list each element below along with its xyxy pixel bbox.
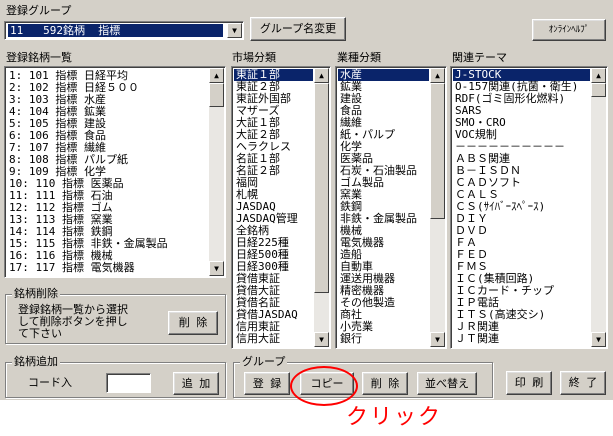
list-item[interactable]: ＪＴ関連 xyxy=(453,333,590,345)
online-help-button[interactable]: ｵﾝﾗｲﾝﾍﾙﾌﾟ xyxy=(532,19,606,41)
add-stock-group: 銘柄追加 コード入 追 加 xyxy=(5,355,226,398)
scroll-up-icon[interactable]: ▲ xyxy=(314,68,329,83)
list-item[interactable]: 信用大証 xyxy=(234,333,313,345)
scroll-thumb[interactable] xyxy=(209,83,224,107)
list-item[interactable]: 17: 117 指標 電気機器 xyxy=(7,262,208,274)
stock-list-label: 登録銘柄一覧 xyxy=(6,51,72,64)
industry-scrollbar[interactable]: ▲ ▼ xyxy=(430,68,445,347)
group-select-value: 11 592銘柄 指標 xyxy=(8,24,223,37)
stock-list-scrollbar[interactable]: ▲ ▼ xyxy=(209,68,224,276)
scroll-down-icon[interactable]: ▼ xyxy=(314,332,329,347)
delete-stock-button[interactable]: 削 除 xyxy=(168,311,218,335)
scroll-thumb[interactable] xyxy=(591,83,606,97)
list-item[interactable]: 銀行 xyxy=(338,333,429,345)
code-input[interactable] xyxy=(106,373,151,393)
delete-group-button[interactable]: 削 除 xyxy=(362,372,408,395)
industry-list[interactable]: 水産 鉱業 建設 食品 繊維 紙・パルプ 化学 医薬品 石炭・石油製品 ゴム製品 窯業 鉄鋼 非鉄・金属… xyxy=(335,66,447,349)
main-window: 登録グループ 11 592銘柄 指標 ▼ グループ名変更 ｵﾝﾗｲﾝﾍﾙﾌﾟ 登… xyxy=(0,0,613,400)
group-select[interactable]: 11 592銘柄 指標 ▼ xyxy=(4,21,244,40)
click-annotation: クリック xyxy=(346,405,443,430)
delete-instruction-line-3: て下さい xyxy=(18,327,62,340)
theme-scrollbar[interactable]: ▲ ▼ xyxy=(591,68,606,347)
delete-stock-label: 銘柄削除 xyxy=(12,287,60,301)
sort-button[interactable]: 並べ替え xyxy=(417,372,477,395)
scroll-down-icon[interactable]: ▼ xyxy=(430,332,445,347)
chevron-down-icon[interactable]: ▼ xyxy=(227,23,242,38)
group-actions-group: グループ 登 録 コピー 削 除 並べ替え xyxy=(233,355,493,398)
add-stock-label: 銘柄追加 xyxy=(12,355,60,369)
scroll-down-icon[interactable]: ▼ xyxy=(209,261,224,276)
scroll-down-icon[interactable]: ▼ xyxy=(591,332,606,347)
code-input-label: コード入 xyxy=(28,376,72,389)
scroll-up-icon[interactable]: ▲ xyxy=(591,68,606,83)
group-select-label: 登録グループ xyxy=(6,4,72,17)
theme-label: 関連テーマ xyxy=(452,51,507,64)
scroll-up-icon[interactable]: ▲ xyxy=(209,68,224,83)
register-button[interactable]: 登 録 xyxy=(244,372,290,395)
market-list[interactable]: 東証１部 東証２部 東証外国部 マザーズ 大証１部 大証２部 ヘラクレス 名証１部 名証２部 福岡… xyxy=(231,66,331,349)
industry-label: 業種分類 xyxy=(337,51,381,64)
scroll-up-icon[interactable]: ▲ xyxy=(430,68,445,83)
group-actions-label: グループ xyxy=(240,355,288,369)
scroll-thumb[interactable] xyxy=(314,83,329,293)
print-button[interactable]: 印 刷 xyxy=(506,371,552,395)
market-scrollbar[interactable]: ▲ ▼ xyxy=(314,68,329,347)
scroll-thumb[interactable] xyxy=(430,83,445,219)
add-stock-button[interactable]: 追 加 xyxy=(173,372,219,395)
change-group-name-button[interactable]: グループ名変更 xyxy=(250,17,346,41)
delete-stock-group: 銘柄削除 登録銘柄一覧から選択 して削除ボタンを押し て下さい 削 除 xyxy=(5,287,226,344)
theme-list[interactable]: J-STOCK O-157関連(抗菌・衛生) RDF(ゴミ固形化燃料) SARS SMO… xyxy=(450,66,608,349)
click-highlight-ellipse xyxy=(290,366,358,406)
stock-list[interactable]: 1: 101 指標 日経平均 2: 102 指標 日経５００ 3: 103 指標… xyxy=(4,66,226,278)
exit-button[interactable]: 終 了 xyxy=(560,371,606,395)
market-label: 市場分類 xyxy=(232,51,276,64)
